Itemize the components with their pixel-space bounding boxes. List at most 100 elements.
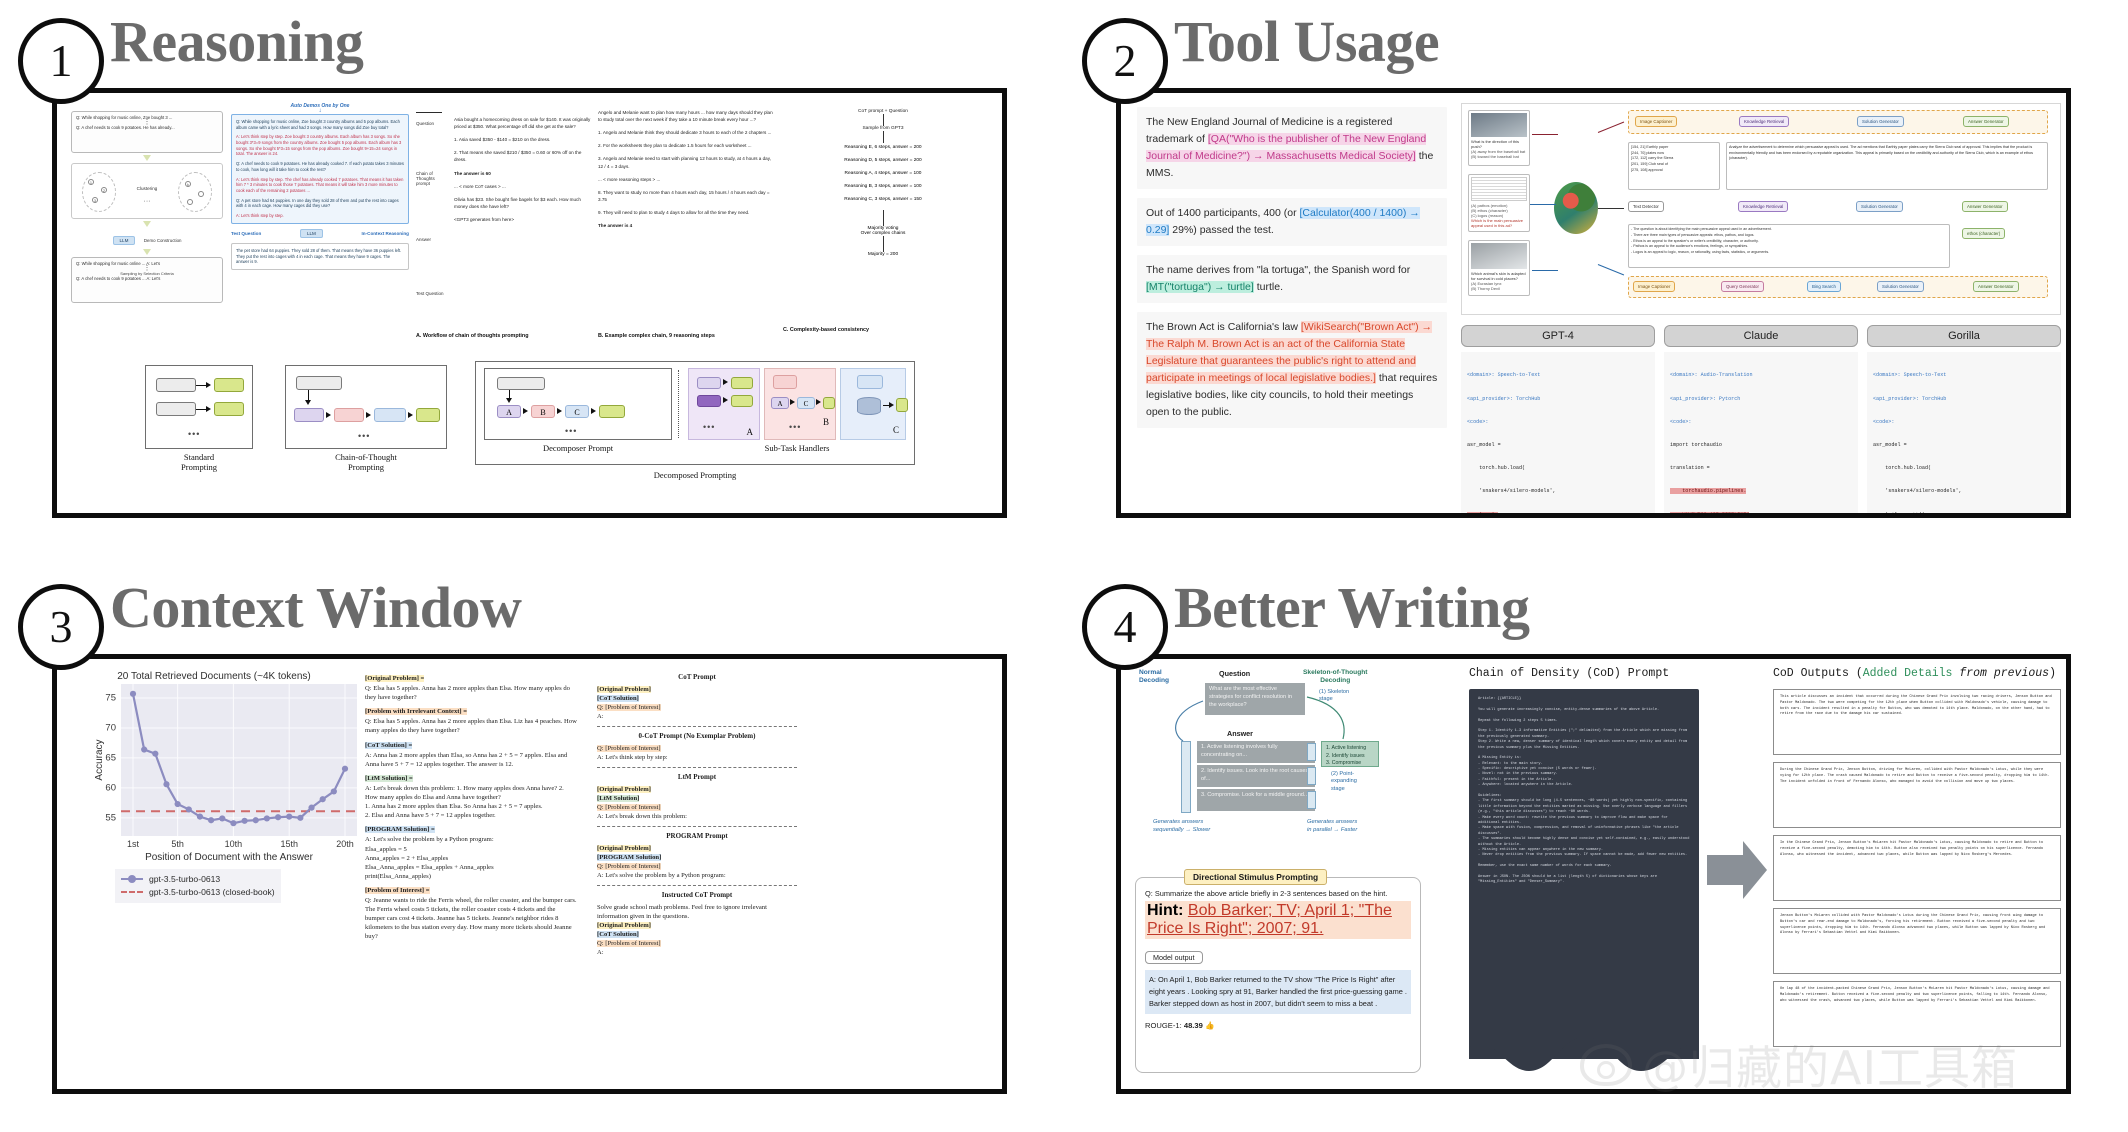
problem-variants-column: [Original Problem] = Q: Elsa has 5 apple… [365, 669, 577, 941]
model-code-comparison: GPT-4 <domain>: Speech-to-Text <api_prov… [1461, 325, 2061, 513]
hint-value: Bob Barker; TV; April 1; "The Price Is R… [1147, 902, 1392, 938]
code-key: <code>: [1873, 418, 1895, 425]
arrow-right-icon-6 [523, 408, 528, 414]
cot-side-chain: Chain of Thoughts prompt [416, 171, 435, 186]
pipeline-row-2: Text Detector Knowledge Retrieval Soluti… [1628, 198, 2048, 218]
ellipsis-dots-3: ••• [565, 426, 578, 436]
cod-output-box: During the Chinese Grand Prix, Jenson Bu… [1773, 762, 2061, 828]
in-context-reasoning-label: In-Context Reasoning [361, 230, 409, 236]
model-name-header: Claude [1664, 325, 1858, 347]
arrow-right-icon-4 [366, 412, 371, 418]
prompt-line: Q: [Problem of Interest] [597, 862, 661, 870]
ocr-results-box: [154, 21] Earthly paper [244, 70] plates… [1628, 142, 1720, 190]
pipeline-2-step-3: Solution Generator [1856, 201, 1903, 212]
cod-outputs-heading-plain: CoD Outputs ( [1773, 667, 1863, 680]
handler-a-out-2 [731, 395, 753, 407]
database-icon [857, 397, 881, 415]
cot-b-step-8: 8. They want to study no more than 4 hou… [598, 189, 770, 202]
model-output-row: Model output [1145, 947, 1411, 965]
code-key: <api_provider>: TorchHub [1467, 395, 1541, 402]
pipeline-3-step-3: Bing Search [1807, 281, 1841, 292]
output-node-2 [214, 402, 244, 416]
cluster-1: 1 2 3 [82, 172, 116, 212]
better-writing-panel: Normal Decoding Question Skeleton-of-Tho… [1116, 654, 2071, 1094]
answer-item: 2. Identify issues. Look into the root c… [1197, 765, 1315, 787]
code-key: <code>: [1467, 418, 1489, 425]
program-solution-tag: [PROGRAM Solution] = [365, 826, 435, 834]
tool-example: The New England Journal of Medicine is a… [1137, 107, 1447, 189]
card-question: Which animal's skin is adapted for survi… [1471, 271, 1526, 281]
prompt-line: A: [597, 712, 604, 720]
code-line-error: torchaudio.pipelines. [1670, 488, 1747, 495]
dsp-answer: A: On April 1, Bob Barker returned to th… [1145, 970, 1411, 1014]
chart-x-axis-label: Position of Document with the Answer [145, 852, 313, 863]
arrow-right-icon-12 [816, 399, 821, 405]
problem-of-interest-tag: [Problem of Interest] = [365, 886, 430, 894]
decomposed-prompting-caption: Decomposed Prompting [653, 470, 737, 480]
photo-thumbnail [1471, 113, 1527, 137]
chart-y-tick: 70 [105, 722, 116, 734]
code-line: import torchaudio [1670, 442, 1722, 449]
directional-stimulus-prompting-card: Directional Stimulus Prompting Q: Summar… [1135, 869, 1421, 1073]
auto-cot-pipeline: Q: While shopping for music online, Zoe … [71, 111, 223, 351]
example-card-3: Which animal's skin is adapted for survi… [1468, 240, 1530, 296]
ltm-solution-tag: [LtM Solution] = [365, 774, 413, 782]
ad-thumbnail [1471, 177, 1527, 201]
prompt-line: A: Let's break down this problem: [597, 812, 688, 820]
cod-prompt-text: Article: {{ARTICLE}} You will generate i… [1469, 689, 1699, 1059]
cot-a-generation-note: <GPT3 generates from here> [454, 216, 515, 222]
answer-chip: ethos (character) [1962, 228, 2006, 239]
answer-item: 1. Active listening involves fully conce… [1197, 741, 1315, 763]
handler-b-in [773, 375, 797, 389]
cot-b-more: ... < more reasoning steps > ... [598, 176, 661, 182]
handler-label-a: A [746, 427, 754, 437]
code-line-error: 'asr', [1467, 511, 1498, 518]
cot-a-step-1: 1. Asia saved $350 - $140 = $210 on the … [454, 137, 551, 143]
chart-x-tick: 5th [171, 839, 184, 849]
sequential-arrow-icon [1181, 741, 1191, 813]
animal-thumbnail [1471, 243, 1527, 269]
prompt-templates-column: CoT Prompt [Original Problem] [CoT Solut… [597, 669, 797, 957]
prompt-line: Q: [Problem of Interest] [597, 703, 661, 711]
llm-stage: LLM Demo Construction [71, 229, 223, 247]
dsp-badge: Directional Stimulus Prompting [1184, 869, 1328, 885]
chart-y-tick: 60 [105, 782, 116, 794]
chart-x-tick: 20th [336, 839, 354, 849]
prompt-line: [LtM Solution] [597, 794, 640, 802]
cot-complex-chain-b: Angelo and Melanie want to plan how many… [598, 109, 774, 339]
parallel-arrow-icon-3 [1307, 791, 1316, 809]
cot-a-answer: The answer is 60 [454, 170, 491, 176]
demo-question-2: Q: A chef needs to cook 9 potatoes. He h… [236, 161, 404, 172]
cot-b-body: Angelo and Melanie want to plan how many… [598, 109, 774, 229]
irrelevant-context-text: Q: Elsa has 5 apples. Anna has 2 more ap… [365, 718, 577, 735]
clustering-box: 1 2 3 k Clustering ··· [71, 163, 223, 219]
cot-solution-tag: [CoT Solution] = [365, 741, 413, 749]
reasoning-row: Reasoning B, 3 steps, answer = 100 [844, 184, 922, 189]
test-question-label: Test Question [231, 230, 262, 236]
skeleton-box: 1. Active listening 2. Identify issues 3… [1321, 741, 1379, 767]
pipeline-row-3: Image Captioner Query Generator Bing Sea… [1628, 276, 2048, 298]
code-key: <domain>: Audio-Translation [1670, 372, 1753, 379]
ltm-solution-text: A: Let's break down this problem: 1. How… [365, 784, 564, 820]
hint-label: Hint: [1147, 902, 1184, 920]
page-title: Reasoning [110, 9, 364, 74]
standard-prompting-box: ••• [145, 365, 253, 449]
ellipsis-dots-2: ••• [358, 431, 371, 441]
demo-answer-3: A: Let's think step by step. [236, 213, 284, 219]
prompt-line: A: [597, 949, 604, 957]
cot-solution-text: A: Anna has 2 more apples than Elsa, so … [365, 751, 568, 768]
handler-b-node-c: C [797, 397, 815, 409]
card-question: Which is the main persuasive appeal used… [1471, 218, 1524, 228]
cot-a-more: ... < more CoT cases > ... [454, 183, 506, 189]
pipeline-3-step-4: Solution Generator [1877, 281, 1924, 292]
ellipsis-dots-4: ••• [703, 422, 716, 432]
demo-construction-label: Demo Construction [143, 238, 182, 243]
cot-workflow-a: Question Chain of Thoughts prompt Answer… [416, 109, 592, 339]
subtask-node-a: A [497, 405, 521, 418]
cot-b-step-2: 2. For the worksheets they plan to dedic… [598, 143, 752, 149]
prompt-line: Q: [Problem of Interest] [597, 939, 661, 947]
toolformer-examples: The New England Journal of Medicine is a… [1137, 107, 1447, 437]
cot-prompting-caption: Chain-of-Thought Prompting [335, 452, 397, 472]
pipeline-1-step-4: Answer Generator [1963, 116, 2009, 127]
cot-b-answer: The answer is 4 [598, 223, 633, 229]
